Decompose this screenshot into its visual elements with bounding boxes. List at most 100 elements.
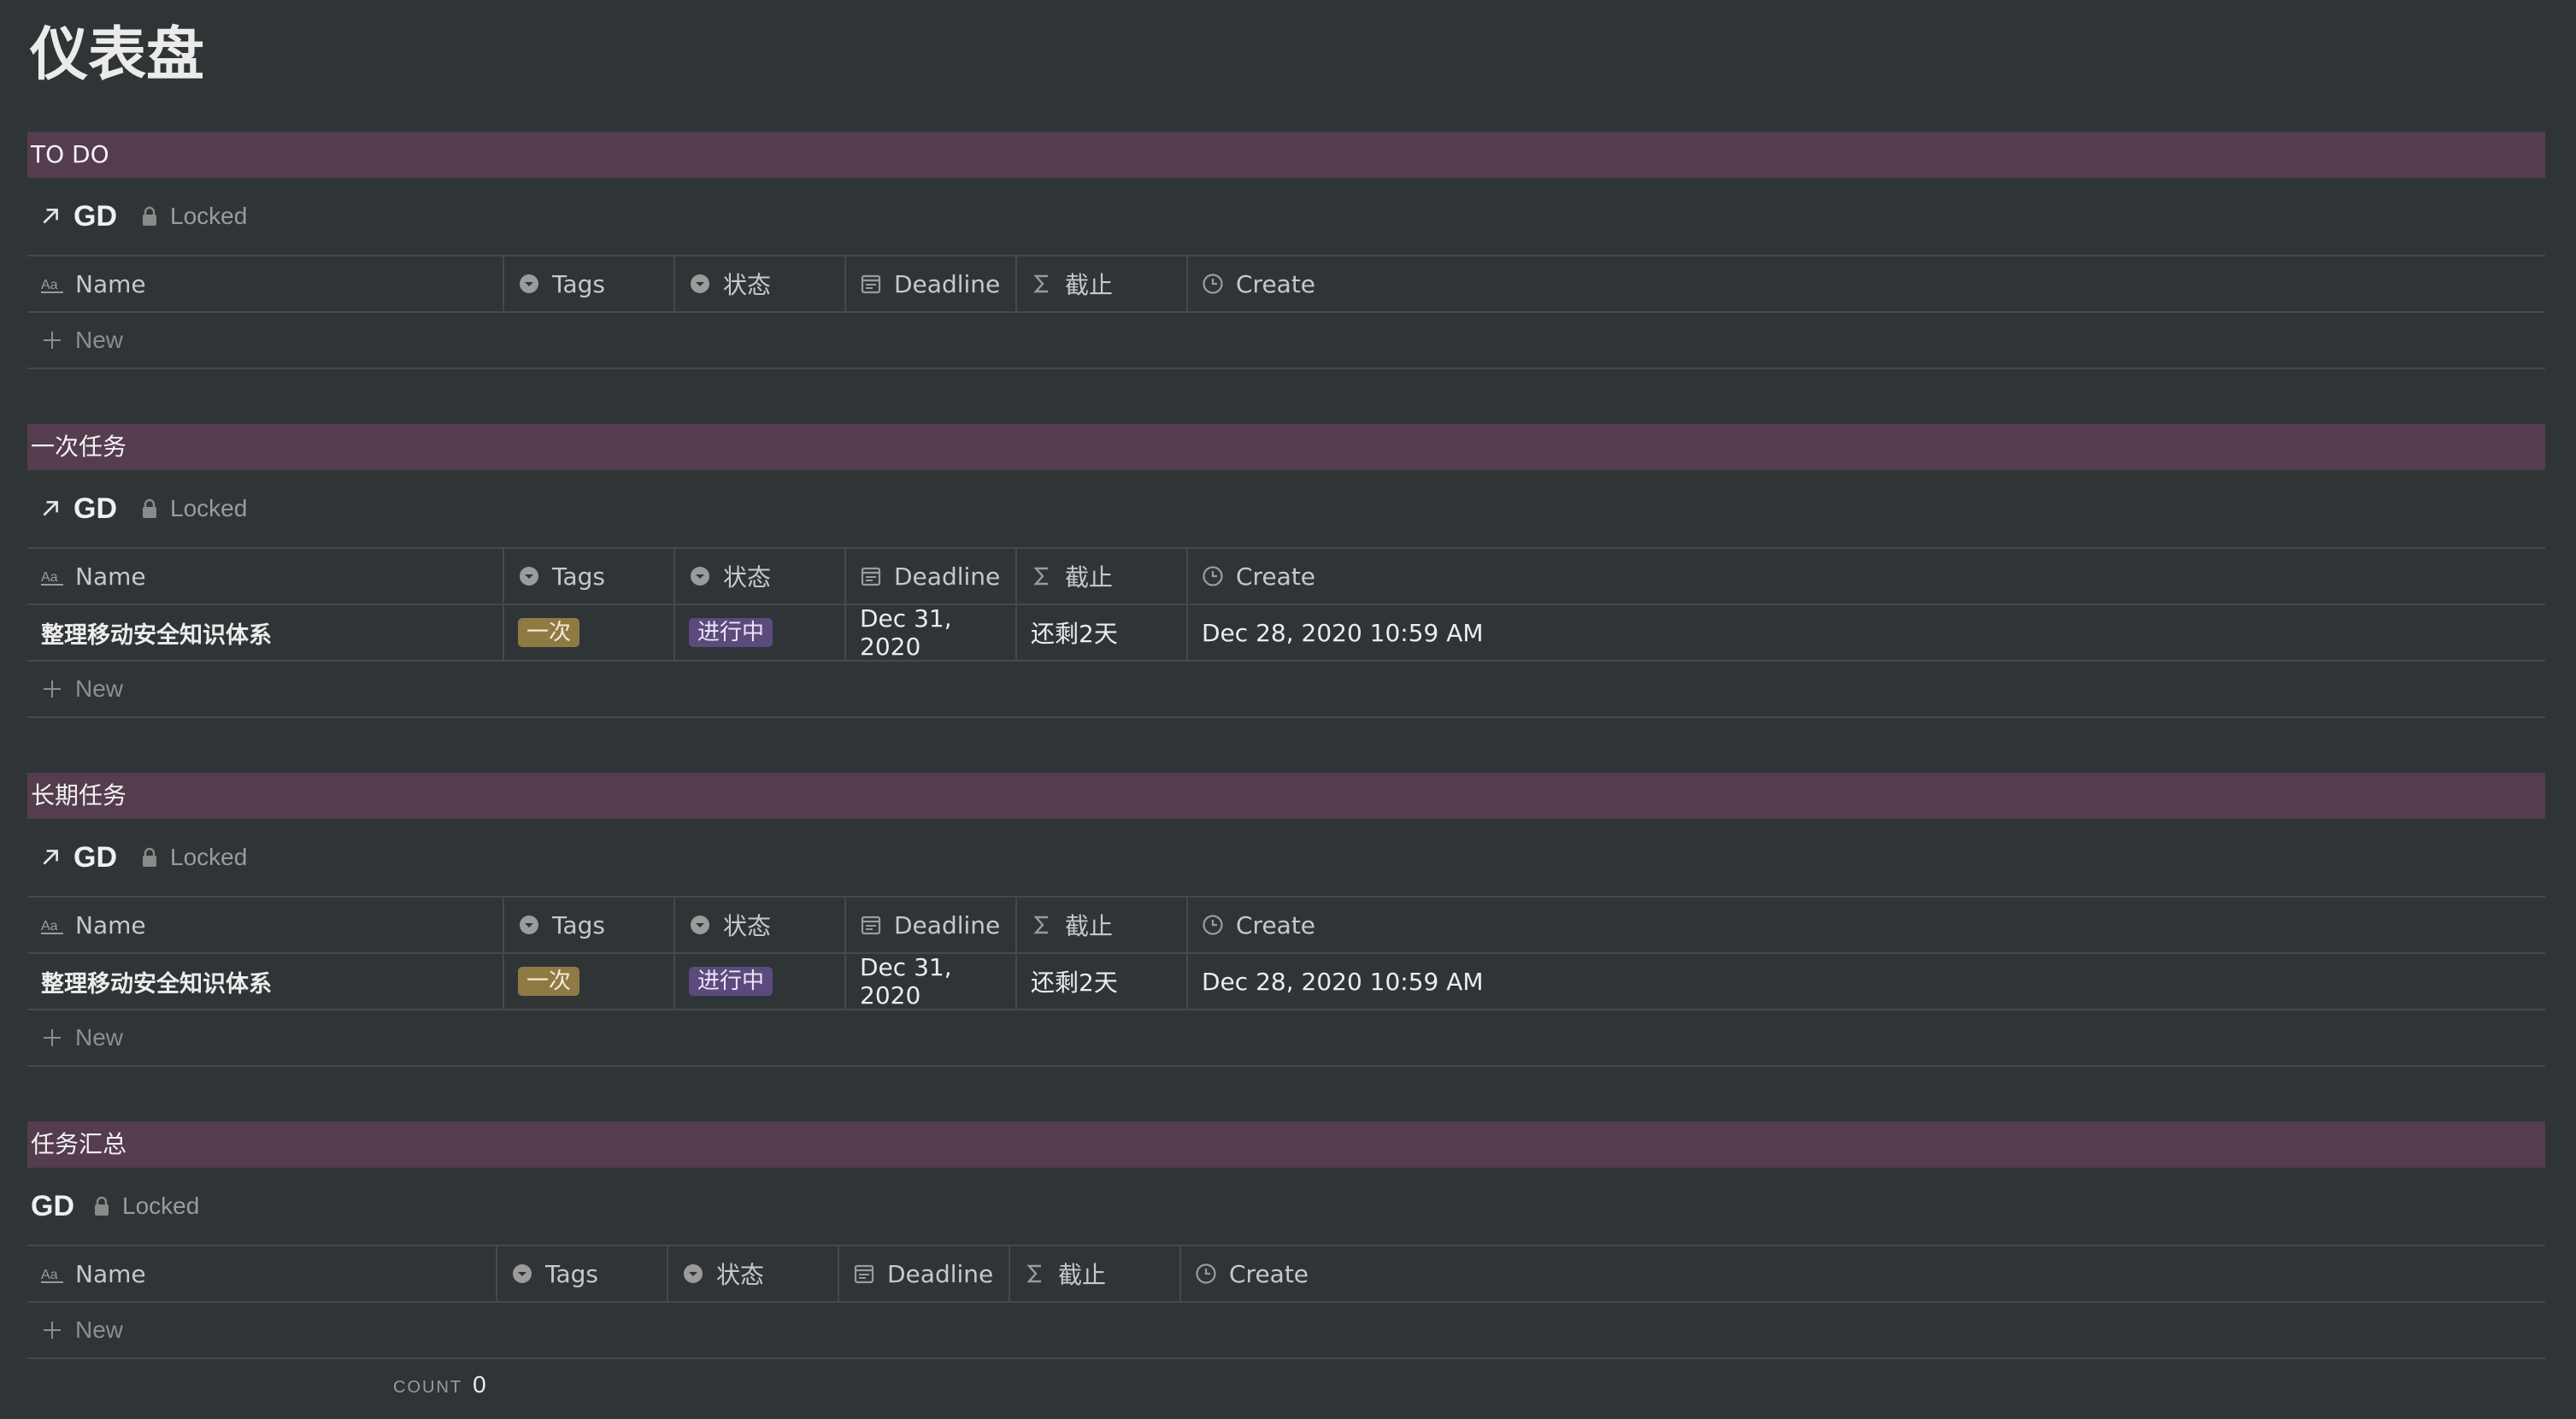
column-header-name[interactable]: Aa Name xyxy=(27,898,504,952)
text-property-icon: Aa xyxy=(41,1268,63,1283)
column-header-tags[interactable]: Tags xyxy=(497,1246,668,1301)
column-header-create[interactable]: Create xyxy=(1188,256,2545,311)
cell-state[interactable]: 进行中 xyxy=(675,954,846,1009)
column-header-state[interactable]: 状态 xyxy=(675,256,846,311)
lock-icon xyxy=(95,1196,109,1216)
column-header-deadline[interactable]: Deadline xyxy=(839,1246,1010,1301)
tag-pill: 一次 xyxy=(518,618,580,647)
column-header-name[interactable]: Aa Name xyxy=(27,549,504,604)
svg-text:Aa: Aa xyxy=(41,570,58,585)
new-row-button[interactable]: New xyxy=(27,1303,2545,1359)
table-row[interactable]: 整理移动安全知识体系 一次 进行中 Dec 31, 2020 还剩2天 Dec … xyxy=(27,953,2545,1010)
cell-cutoff[interactable]: 还剩2天 xyxy=(1017,954,1188,1009)
column-header-state[interactable]: 状态 xyxy=(668,1246,839,1301)
callout-heading: TO DO xyxy=(27,132,2545,178)
callout-heading: 一次任务 xyxy=(27,424,2545,470)
column-header-state[interactable]: 状态 xyxy=(675,549,846,604)
lock-icon xyxy=(143,498,156,518)
column-header-tags[interactable]: Tags xyxy=(504,549,675,604)
cell-tags[interactable]: 一次 xyxy=(504,605,675,660)
count-summary[interactable]: COUNT 0 xyxy=(393,1371,486,1398)
plus-icon xyxy=(44,680,61,698)
cell-create[interactable]: Dec 28, 2020 10:59 AM xyxy=(1188,954,2545,1009)
plus-icon xyxy=(44,1029,61,1046)
database-name[interactable]: GD xyxy=(74,200,117,233)
locked-label: Locked xyxy=(170,203,248,229)
database-name[interactable]: GD xyxy=(74,841,117,874)
select-property-icon xyxy=(513,1264,532,1283)
sigma-formula-icon xyxy=(1033,567,1048,586)
new-label: New xyxy=(75,327,124,353)
cell-name[interactable]: 整理移动安全知识体系 xyxy=(27,954,504,1009)
table-header: Aa Name Tags 状态 Deadline 截止 Create xyxy=(27,549,2545,605)
select-property-icon xyxy=(520,916,538,934)
text-property-icon: Aa xyxy=(41,278,63,293)
column-header-name[interactable]: Aa Name xyxy=(27,1246,497,1301)
sigma-formula-icon xyxy=(1033,916,1048,934)
lock-icon xyxy=(143,206,156,226)
cell-name[interactable]: 整理移动安全知识体系 xyxy=(27,605,504,660)
new-row-button[interactable]: New xyxy=(27,313,2545,369)
column-header-cutoff[interactable]: 截止 xyxy=(1017,256,1188,311)
select-property-icon xyxy=(520,274,538,293)
column-header-tags[interactable]: Tags xyxy=(504,898,675,952)
column-header-tags[interactable]: Tags xyxy=(504,256,675,311)
column-header-state[interactable]: 状态 xyxy=(675,898,846,952)
section-long-term-tasks: 长期任务 GD Locked Aa Name Tags 状态 Deadline xyxy=(27,773,2545,1067)
cell-state[interactable]: 进行中 xyxy=(675,605,846,660)
new-row-button[interactable]: New xyxy=(27,1010,2545,1067)
column-header-deadline[interactable]: Deadline xyxy=(846,256,1017,311)
svg-text:Aa: Aa xyxy=(41,919,58,933)
calendar-icon xyxy=(861,567,881,586)
lock-icon xyxy=(143,847,156,867)
new-label: New xyxy=(75,1024,124,1051)
column-header-cutoff[interactable]: 截止 xyxy=(1017,898,1188,952)
table-header: Aa Name Tags 状态 Deadline 截止 Create xyxy=(27,1246,2545,1303)
count-value: 0 xyxy=(473,1371,486,1398)
clock-icon xyxy=(1196,1263,1216,1284)
calendar-icon xyxy=(861,916,881,935)
status-pill: 进行中 xyxy=(689,967,773,996)
dashboard-page: 仪表盘 TO DO GD Locked Aa Name Tags 状态 Dead… xyxy=(0,0,2576,1419)
linked-database-title: GD Locked xyxy=(27,819,2545,898)
plus-icon xyxy=(44,1322,61,1339)
calendar-icon xyxy=(854,1264,874,1284)
column-header-create[interactable]: Create xyxy=(1188,898,2545,952)
column-header-deadline[interactable]: Deadline xyxy=(846,898,1017,952)
link-arrow-icon[interactable] xyxy=(39,846,62,868)
column-header-deadline[interactable]: Deadline xyxy=(846,549,1017,604)
database-name[interactable]: GD xyxy=(31,1190,74,1223)
column-header-cutoff[interactable]: 截止 xyxy=(1017,549,1188,604)
column-header-create[interactable]: Create xyxy=(1181,1246,2545,1301)
column-header-create[interactable]: Create xyxy=(1188,549,2545,604)
new-label: New xyxy=(75,675,124,702)
column-header-cutoff[interactable]: 截止 xyxy=(1010,1246,1181,1301)
cell-tags[interactable]: 一次 xyxy=(504,954,675,1009)
text-property-icon: Aa xyxy=(41,570,63,586)
database-name[interactable]: GD xyxy=(74,492,117,526)
text-property-icon: Aa xyxy=(41,919,63,934)
clock-icon xyxy=(1203,274,1223,294)
callout-heading: 任务汇总 xyxy=(27,1122,2545,1168)
linked-database-title: GD Locked xyxy=(27,470,2545,549)
section-task-summary: 任务汇总 GD Locked Aa Name Tags 状态 Deadline xyxy=(27,1122,2545,1359)
new-row-button[interactable]: New xyxy=(27,662,2545,718)
table-header: Aa Name Tags 状态 Deadline 截止 Create xyxy=(27,898,2545,954)
database-title: GD Locked xyxy=(27,1168,2545,1246)
cell-deadline[interactable]: Dec 31, 2020 xyxy=(846,953,1017,1010)
new-label: New xyxy=(75,1316,124,1343)
cell-cutoff[interactable]: 还剩2天 xyxy=(1017,605,1188,660)
cell-deadline[interactable]: Dec 31, 2020 xyxy=(846,604,1017,661)
select-property-icon xyxy=(691,274,709,293)
sigma-formula-icon xyxy=(1033,274,1048,293)
column-header-name[interactable]: Aa Name xyxy=(27,256,504,311)
svg-text:Aa: Aa xyxy=(41,1268,58,1282)
clock-icon xyxy=(1203,566,1223,586)
calendar-icon xyxy=(861,274,881,294)
table-row[interactable]: 整理移动安全知识体系 一次 进行中 Dec 31, 2020 还剩2天 Dec … xyxy=(27,604,2545,662)
link-arrow-icon[interactable] xyxy=(39,498,62,520)
cell-create[interactable]: Dec 28, 2020 10:59 AM xyxy=(1188,605,2545,660)
table-header: Aa Name Tags 状态 Deadline 截止 Create xyxy=(27,256,2545,313)
link-arrow-icon[interactable] xyxy=(39,205,62,227)
status-pill: 进行中 xyxy=(689,618,773,647)
